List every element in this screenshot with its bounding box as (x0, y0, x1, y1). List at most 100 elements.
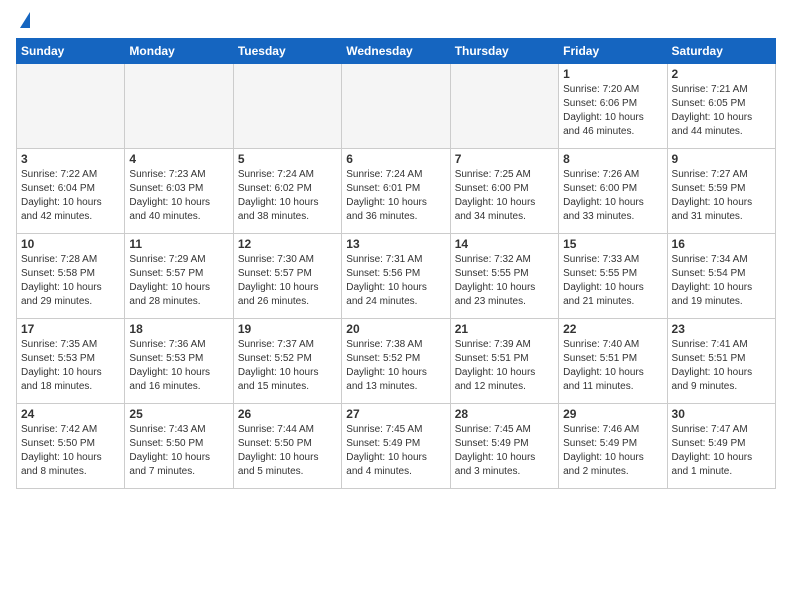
calendar-cell (233, 64, 341, 149)
day-number: 19 (238, 322, 337, 336)
day-info: Sunrise: 7:25 AM Sunset: 6:00 PM Dayligh… (455, 168, 554, 224)
day-number: 29 (563, 407, 662, 421)
calendar-cell: 21 Sunrise: 7:39 AM Sunset: 5:51 PM Dayli… (450, 319, 558, 404)
day-info: Sunrise: 7:41 AM Sunset: 5:51 PM Dayligh… (672, 338, 771, 394)
day-number: 21 (455, 322, 554, 336)
day-number: 12 (238, 237, 337, 251)
day-info: Sunrise: 7:31 AM Sunset: 5:56 PM Dayligh… (346, 253, 445, 309)
page-header (16, 16, 776, 28)
day-info: Sunrise: 7:23 AM Sunset: 6:03 PM Dayligh… (129, 168, 228, 224)
calendar-cell: 24Sunrise: 7:42 AM Sunset: 5:50 PM Dayli… (17, 404, 125, 489)
day-info: Sunrise: 7:24 AM Sunset: 6:01 PM Dayligh… (346, 168, 445, 224)
weekday-header-tuesday: Tuesday (233, 39, 341, 64)
day-info: Sunrise: 7:21 AM Sunset: 6:05 PM Dayligh… (672, 83, 771, 139)
day-info: Sunrise: 7:47 AM Sunset: 5:49 PM Dayligh… (672, 423, 771, 479)
day-info: Sunrise: 7:28 AM Sunset: 5:58 PM Dayligh… (21, 253, 120, 309)
day-number: 3 (21, 152, 120, 166)
day-info: Sunrise: 7:27 AM Sunset: 5:59 PM Dayligh… (672, 168, 771, 224)
calendar-cell: 4 Sunrise: 7:23 AM Sunset: 6:03 PM Daylig… (125, 149, 233, 234)
weekday-header-sunday: Sunday (17, 39, 125, 64)
calendar-cell: 27 Sunrise: 7:45 AM Sunset: 5:49 PM Dayli… (342, 404, 450, 489)
calendar-cell: 7Sunrise: 7:25 AM Sunset: 6:00 PM Daylig… (450, 149, 558, 234)
calendar-cell: 6 Sunrise: 7:24 AM Sunset: 6:01 PM Daylig… (342, 149, 450, 234)
week-row-1: 1 Sunrise: 7:20 AM Sunset: 6:06 PM Daylig… (17, 64, 776, 149)
week-row-4: 17 Sunrise: 7:35 AM Sunset: 5:53 PM Dayli… (17, 319, 776, 404)
day-number: 9 (672, 152, 771, 166)
day-info: Sunrise: 7:22 AM Sunset: 6:04 PM Dayligh… (21, 168, 120, 224)
day-info: Sunrise: 7:34 AM Sunset: 5:54 PM Dayligh… (672, 253, 771, 309)
day-number: 28 (455, 407, 554, 421)
calendar-cell: 10 Sunrise: 7:28 AM Sunset: 5:58 PM Dayli… (17, 234, 125, 319)
calendar-cell: 20Sunrise: 7:38 AM Sunset: 5:52 PM Dayli… (342, 319, 450, 404)
calendar-cell (125, 64, 233, 149)
day-number: 11 (129, 237, 228, 251)
calendar-cell: 11 Sunrise: 7:29 AM Sunset: 5:57 PM Dayli… (125, 234, 233, 319)
calendar-cell (450, 64, 558, 149)
calendar-cell: 25 Sunrise: 7:43 AM Sunset: 5:50 PM Dayli… (125, 404, 233, 489)
day-number: 27 (346, 407, 445, 421)
day-number: 17 (21, 322, 120, 336)
calendar-table: SundayMondayTuesdayWednesdayThursdayFrid… (16, 38, 776, 489)
day-number: 6 (346, 152, 445, 166)
calendar-cell: 19 Sunrise: 7:37 AM Sunset: 5:52 PM Dayli… (233, 319, 341, 404)
calendar-cell (342, 64, 450, 149)
day-number: 16 (672, 237, 771, 251)
day-number: 2 (672, 67, 771, 81)
logo-triangle-icon (20, 12, 30, 28)
calendar-cell: 29 Sunrise: 7:46 AM Sunset: 5:49 PM Dayli… (559, 404, 667, 489)
day-info: Sunrise: 7:32 AM Sunset: 5:55 PM Dayligh… (455, 253, 554, 309)
calendar-cell: 1 Sunrise: 7:20 AM Sunset: 6:06 PM Daylig… (559, 64, 667, 149)
weekday-header-monday: Monday (125, 39, 233, 64)
day-info: Sunrise: 7:33 AM Sunset: 5:55 PM Dayligh… (563, 253, 662, 309)
calendar-cell (17, 64, 125, 149)
day-number: 4 (129, 152, 228, 166)
day-number: 30 (672, 407, 771, 421)
weekday-header-thursday: Thursday (450, 39, 558, 64)
calendar-cell: 28 Sunrise: 7:45 AM Sunset: 5:49 PM Dayli… (450, 404, 558, 489)
calendar-cell: 22 Sunrise: 7:40 AM Sunset: 5:51 PM Dayli… (559, 319, 667, 404)
day-number: 22 (563, 322, 662, 336)
calendar-cell: 16 Sunrise: 7:34 AM Sunset: 5:54 PM Dayli… (667, 234, 775, 319)
day-number: 1 (563, 67, 662, 81)
calendar-cell: 13 Sunrise: 7:31 AM Sunset: 5:56 PM Dayli… (342, 234, 450, 319)
day-info: Sunrise: 7:40 AM Sunset: 5:51 PM Dayligh… (563, 338, 662, 394)
day-info: Sunrise: 7:43 AM Sunset: 5:50 PM Dayligh… (129, 423, 228, 479)
day-number: 15 (563, 237, 662, 251)
day-number: 10 (21, 237, 120, 251)
day-number: 14 (455, 237, 554, 251)
calendar-cell: 30 Sunrise: 7:47 AM Sunset: 5:49 PM Dayli… (667, 404, 775, 489)
day-info: Sunrise: 7:36 AM Sunset: 5:53 PM Dayligh… (129, 338, 228, 394)
calendar-cell: 17 Sunrise: 7:35 AM Sunset: 5:53 PM Dayli… (17, 319, 125, 404)
day-number: 13 (346, 237, 445, 251)
day-info: Sunrise: 7:29 AM Sunset: 5:57 PM Dayligh… (129, 253, 228, 309)
calendar-cell: 9 Sunrise: 7:27 AM Sunset: 5:59 PM Daylig… (667, 149, 775, 234)
weekday-header-wednesday: Wednesday (342, 39, 450, 64)
weekday-header-saturday: Saturday (667, 39, 775, 64)
day-info: Sunrise: 7:26 AM Sunset: 6:00 PM Dayligh… (563, 168, 662, 224)
day-number: 20 (346, 322, 445, 336)
calendar-cell: 23Sunrise: 7:41 AM Sunset: 5:51 PM Dayli… (667, 319, 775, 404)
calendar-cell: 14 Sunrise: 7:32 AM Sunset: 5:55 PM Dayli… (450, 234, 558, 319)
weekday-header-friday: Friday (559, 39, 667, 64)
calendar-cell: 26 Sunrise: 7:44 AM Sunset: 5:50 PM Dayli… (233, 404, 341, 489)
day-info: Sunrise: 7:20 AM Sunset: 6:06 PM Dayligh… (563, 83, 662, 139)
calendar-cell: 18 Sunrise: 7:36 AM Sunset: 5:53 PM Dayli… (125, 319, 233, 404)
day-number: 25 (129, 407, 228, 421)
calendar-cell: 15 Sunrise: 7:33 AM Sunset: 5:55 PM Dayli… (559, 234, 667, 319)
logo (16, 16, 30, 28)
day-info: Sunrise: 7:24 AM Sunset: 6:02 PM Dayligh… (238, 168, 337, 224)
week-row-5: 24Sunrise: 7:42 AM Sunset: 5:50 PM Dayli… (17, 404, 776, 489)
day-info: Sunrise: 7:37 AM Sunset: 5:52 PM Dayligh… (238, 338, 337, 394)
day-info: Sunrise: 7:35 AM Sunset: 5:53 PM Dayligh… (21, 338, 120, 394)
day-number: 26 (238, 407, 337, 421)
day-info: Sunrise: 7:39 AM Sunset: 5:51 PM Dayligh… (455, 338, 554, 394)
day-info: Sunrise: 7:44 AM Sunset: 5:50 PM Dayligh… (238, 423, 337, 479)
day-info: Sunrise: 7:45 AM Sunset: 5:49 PM Dayligh… (346, 423, 445, 479)
weekday-header-row: SundayMondayTuesdayWednesdayThursdayFrid… (17, 39, 776, 64)
day-number: 8 (563, 152, 662, 166)
week-row-2: 3 Sunrise: 7:22 AM Sunset: 6:04 PM Daylig… (17, 149, 776, 234)
day-info: Sunrise: 7:46 AM Sunset: 5:49 PM Dayligh… (563, 423, 662, 479)
day-number: 18 (129, 322, 228, 336)
calendar-cell: 2 Sunrise: 7:21 AM Sunset: 6:05 PM Daylig… (667, 64, 775, 149)
day-info: Sunrise: 7:45 AM Sunset: 5:49 PM Dayligh… (455, 423, 554, 479)
